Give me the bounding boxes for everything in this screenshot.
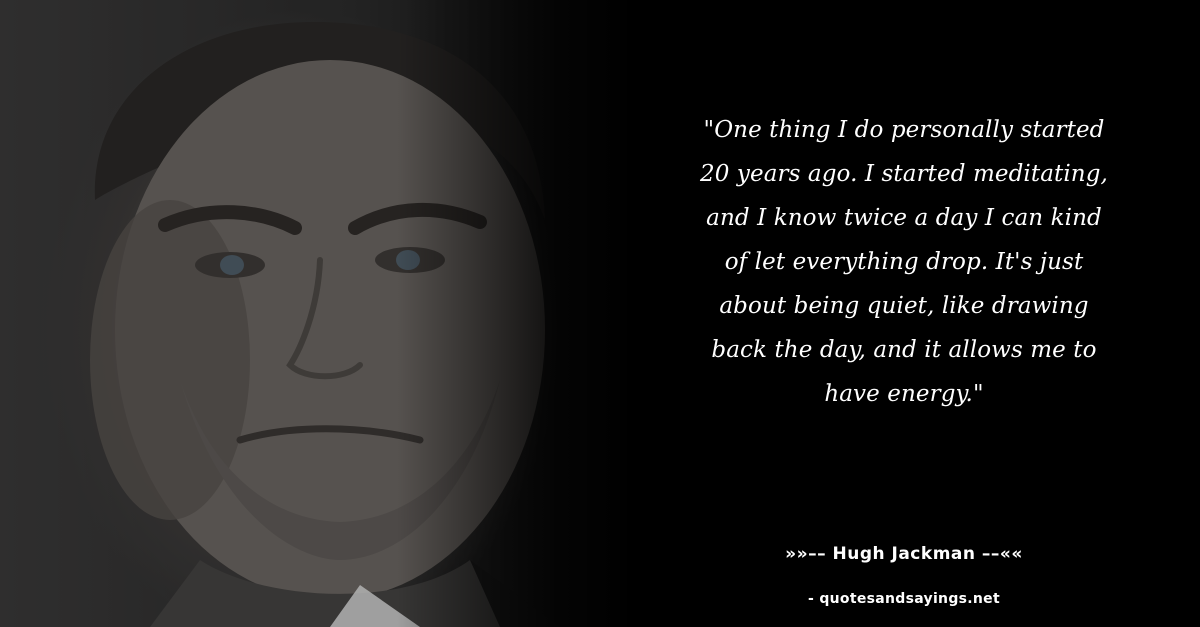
quote-card: "One thing I do personally started 20 ye… [0, 0, 1200, 627]
source-site-link[interactable]: - quotesandsayings.net [648, 591, 1160, 607]
quote-line: about being quiet, like drawing [719, 293, 1089, 319]
quote-line: 20 years ago. I started meditating, [700, 161, 1108, 187]
quote-line: have energy." [824, 381, 984, 407]
quote-line: "One thing I do personally started [703, 117, 1105, 143]
portrait-photo [0, 0, 640, 627]
portrait-illustration [90, 21, 560, 627]
quote-line: back the day, and it allows me to [711, 337, 1097, 363]
quote-text: "One thing I do personally started 20 ye… [648, 108, 1160, 416]
quote-line: of let everything drop. It's just [724, 249, 1084, 275]
quote-author: »»–– Hugh Jackman ––«« [785, 544, 1023, 564]
quote-line: and I know twice a day I can kind [706, 205, 1102, 231]
